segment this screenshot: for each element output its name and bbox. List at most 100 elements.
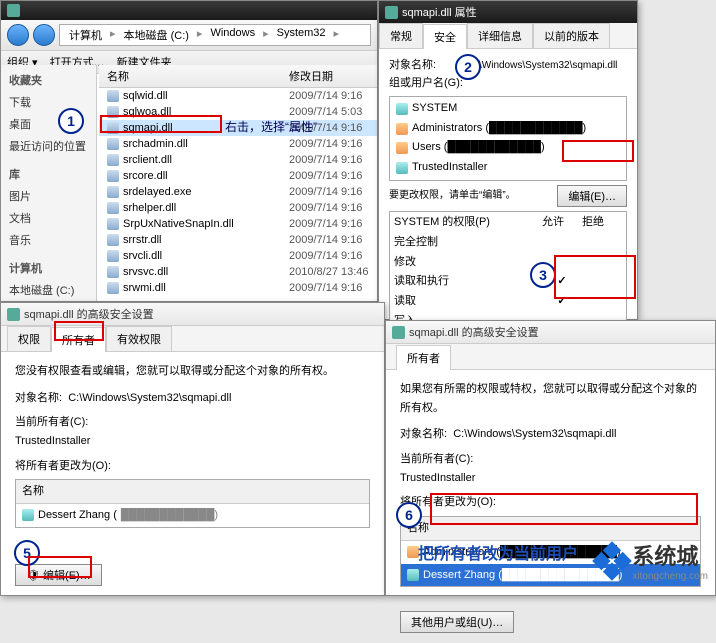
tab-permissions[interactable]: 权限 bbox=[7, 326, 51, 351]
adv2-titlebar: sqmapi.dll 的高级安全设置 bbox=[386, 321, 715, 344]
group-item[interactable]: Administrators (████████████) bbox=[392, 119, 624, 139]
sidebar-localdisk[interactable]: 本地磁盘 (C:) bbox=[5, 279, 92, 301]
breadcrumb[interactable]: 计算机▸ 本地磁盘 (C:)▸ Windows▸ System32▸ bbox=[59, 24, 371, 46]
sidebar-pictures[interactable]: 图片 bbox=[5, 185, 92, 207]
group-icon bbox=[396, 142, 408, 154]
tab-previous[interactable]: 以前的版本 bbox=[533, 23, 610, 48]
file-row[interactable]: srwmi.dll2009/7/14 9:16 bbox=[99, 280, 377, 296]
file-row[interactable]: srchadmin.dll2009/7/14 9:16 bbox=[99, 136, 377, 152]
file-row[interactable]: srhelper.dll2009/7/14 9:16 bbox=[99, 200, 377, 216]
annotation-marker-6: 6 bbox=[396, 502, 422, 528]
breadcrumb-item[interactable]: 计算机 bbox=[66, 27, 105, 43]
tab-security[interactable]: 安全 bbox=[423, 24, 467, 49]
explorer-navbar: 计算机▸ 本地磁盘 (C:)▸ Windows▸ System32▸ bbox=[1, 20, 377, 51]
file-row[interactable]: srcore.dll2009/7/14 9:16 bbox=[99, 168, 377, 184]
adv1-intro: 您没有权限查看或编辑，您就可以取得或分配这个对象的所有权。 bbox=[15, 362, 370, 381]
col-name[interactable]: 名称 bbox=[99, 68, 289, 84]
changeperm-label: 要更改权限，请单击“编辑”。 bbox=[389, 188, 557, 204]
tab-owner[interactable]: 所有者 bbox=[396, 345, 451, 370]
file-icon bbox=[107, 90, 119, 102]
perm-header: SYSTEM 的权限(P) bbox=[394, 214, 542, 232]
allow-check bbox=[542, 234, 582, 252]
properties-titlebar: sqmapi.dll 属性 bbox=[379, 1, 637, 23]
explorer-window: 计算机▸ 本地磁盘 (C:)▸ Windows▸ System32▸ 组织 ▾ … bbox=[0, 0, 378, 302]
sidebar-computer[interactable]: 计算机 bbox=[5, 257, 92, 279]
file-row[interactable]: srvcli.dll2009/7/14 9:16 bbox=[99, 248, 377, 264]
file-row[interactable]: srvsvc.dll2010/8/27 13:46 bbox=[99, 264, 377, 280]
adv2-intro: 如果您有所需的权限或特权，您就可以取得或分配这个对象的所有权。 bbox=[400, 380, 701, 417]
groups-label: 组或用户名(G): bbox=[389, 75, 627, 93]
breadcrumb-item[interactable]: 本地磁盘 (C:) bbox=[121, 27, 192, 43]
adv1-name-header: 名称 bbox=[16, 480, 369, 504]
annotation-box-4 bbox=[54, 321, 104, 341]
sidebar-libraries[interactable]: 库 bbox=[5, 163, 92, 185]
column-headers[interactable]: 名称 修改日期 bbox=[99, 65, 377, 88]
file-row[interactable]: SrpUxNativeSnapIn.dll2009/7/14 9:16 bbox=[99, 216, 377, 232]
group-item[interactable]: SYSTEM bbox=[392, 99, 624, 119]
user-icon bbox=[396, 162, 408, 174]
watermark-icon bbox=[593, 541, 633, 581]
tab-general[interactable]: 常规 bbox=[379, 23, 423, 48]
adv2-objname-label: 对象名称: bbox=[400, 428, 447, 440]
watermark: 系统城 xitongcheng.com bbox=[598, 539, 708, 582]
adv2-curowner-label: 当前所有者(C): bbox=[400, 450, 701, 469]
shield-icon bbox=[392, 326, 405, 339]
file-row[interactable]: sqlwid.dll2009/7/14 9:16 bbox=[99, 88, 377, 104]
annotation-box-1 bbox=[100, 115, 222, 133]
adv2-objname-value: C:\Windows\System32\sqmapi.dll bbox=[453, 428, 616, 440]
adv2-curowner-value: TrustedInstaller bbox=[400, 469, 701, 488]
tab-details[interactable]: 详细信息 bbox=[467, 23, 533, 48]
folder-icon bbox=[7, 4, 20, 17]
other-users-button[interactable]: 其他用户或组(U)… bbox=[400, 611, 514, 633]
properties-tabs: 常规 安全 详细信息 以前的版本 bbox=[379, 23, 637, 49]
edit-permissions-button[interactable]: 编辑(E)… bbox=[557, 185, 627, 207]
file-row[interactable]: srrstr.dll2009/7/14 9:16 bbox=[99, 232, 377, 248]
file-icon bbox=[107, 250, 119, 262]
adv1-curowner-label: 当前所有者(C): bbox=[15, 413, 370, 432]
shield-icon bbox=[7, 308, 20, 321]
back-button[interactable] bbox=[7, 24, 29, 46]
file-icon bbox=[107, 282, 119, 294]
groups-list[interactable]: SYSTEMAdministrators (████████████)Users… bbox=[389, 96, 627, 180]
file-icon bbox=[107, 154, 119, 166]
annotation-box-6 bbox=[430, 493, 698, 525]
adv1-objname-label: 对象名称: bbox=[15, 392, 62, 404]
annotation-text-6: 把所有者改为当前用户 bbox=[418, 540, 578, 564]
file-icon bbox=[107, 234, 119, 246]
forward-button[interactable] bbox=[33, 24, 55, 46]
file-icon bbox=[107, 266, 119, 278]
dll-icon bbox=[385, 6, 398, 19]
watermark-brand: 系统城 bbox=[632, 539, 708, 571]
objname-value: C:\Windows\System32\sqmapi.dll bbox=[469, 60, 617, 71]
adv1-objname-value: C:\Windows\System32\sqmapi.dll bbox=[68, 392, 231, 404]
annotation-box-5 bbox=[28, 556, 92, 578]
sidebar-music[interactable]: 音乐 bbox=[5, 229, 92, 251]
adv1-curowner-value: TrustedInstaller bbox=[15, 432, 370, 451]
permission-row: 完全控制 bbox=[390, 233, 626, 253]
breadcrumb-item[interactable]: System32 bbox=[274, 27, 329, 43]
user-icon bbox=[407, 569, 419, 581]
tab-effective[interactable]: 有效权限 bbox=[106, 326, 172, 351]
col-date[interactable]: 修改日期 bbox=[289, 68, 333, 84]
owner-candidate[interactable]: Dessert Zhang (████████████) bbox=[16, 504, 369, 527]
annotation-text-1: 右击，选择“属性” bbox=[225, 118, 317, 135]
sidebar-favorites[interactable]: 收藏夹 bbox=[5, 69, 92, 91]
file-row[interactable]: srclient.dll2009/7/14 9:16 bbox=[99, 152, 377, 168]
breadcrumb-item[interactable]: Windows bbox=[207, 27, 258, 43]
annotation-marker-2: 2 bbox=[455, 54, 481, 80]
sidebar-recent[interactable]: 最近访问的位置 bbox=[5, 135, 92, 157]
group-icon bbox=[396, 123, 408, 135]
deny-check bbox=[582, 234, 622, 252]
user-icon bbox=[22, 509, 34, 521]
file-icon bbox=[107, 138, 119, 150]
file-icon bbox=[107, 186, 119, 198]
sidebar-downloads[interactable]: 下载 bbox=[5, 91, 92, 113]
annotation-box-3 bbox=[554, 255, 636, 299]
explorer-titlebar bbox=[1, 1, 377, 20]
watermark-url: xitongcheng.com bbox=[632, 571, 708, 582]
adv1-owner-list[interactable]: 名称 Dessert Zhang (████████████) bbox=[15, 479, 370, 527]
file-list: 名称 修改日期 sqlwid.dll2009/7/14 9:16sqlwoa.d… bbox=[99, 65, 377, 301]
adv1-changeowner-label: 将所有者更改为(O): bbox=[15, 457, 370, 476]
sidebar-documents[interactable]: 文档 bbox=[5, 207, 92, 229]
file-row[interactable]: srdelayed.exe2009/7/14 9:16 bbox=[99, 184, 377, 200]
